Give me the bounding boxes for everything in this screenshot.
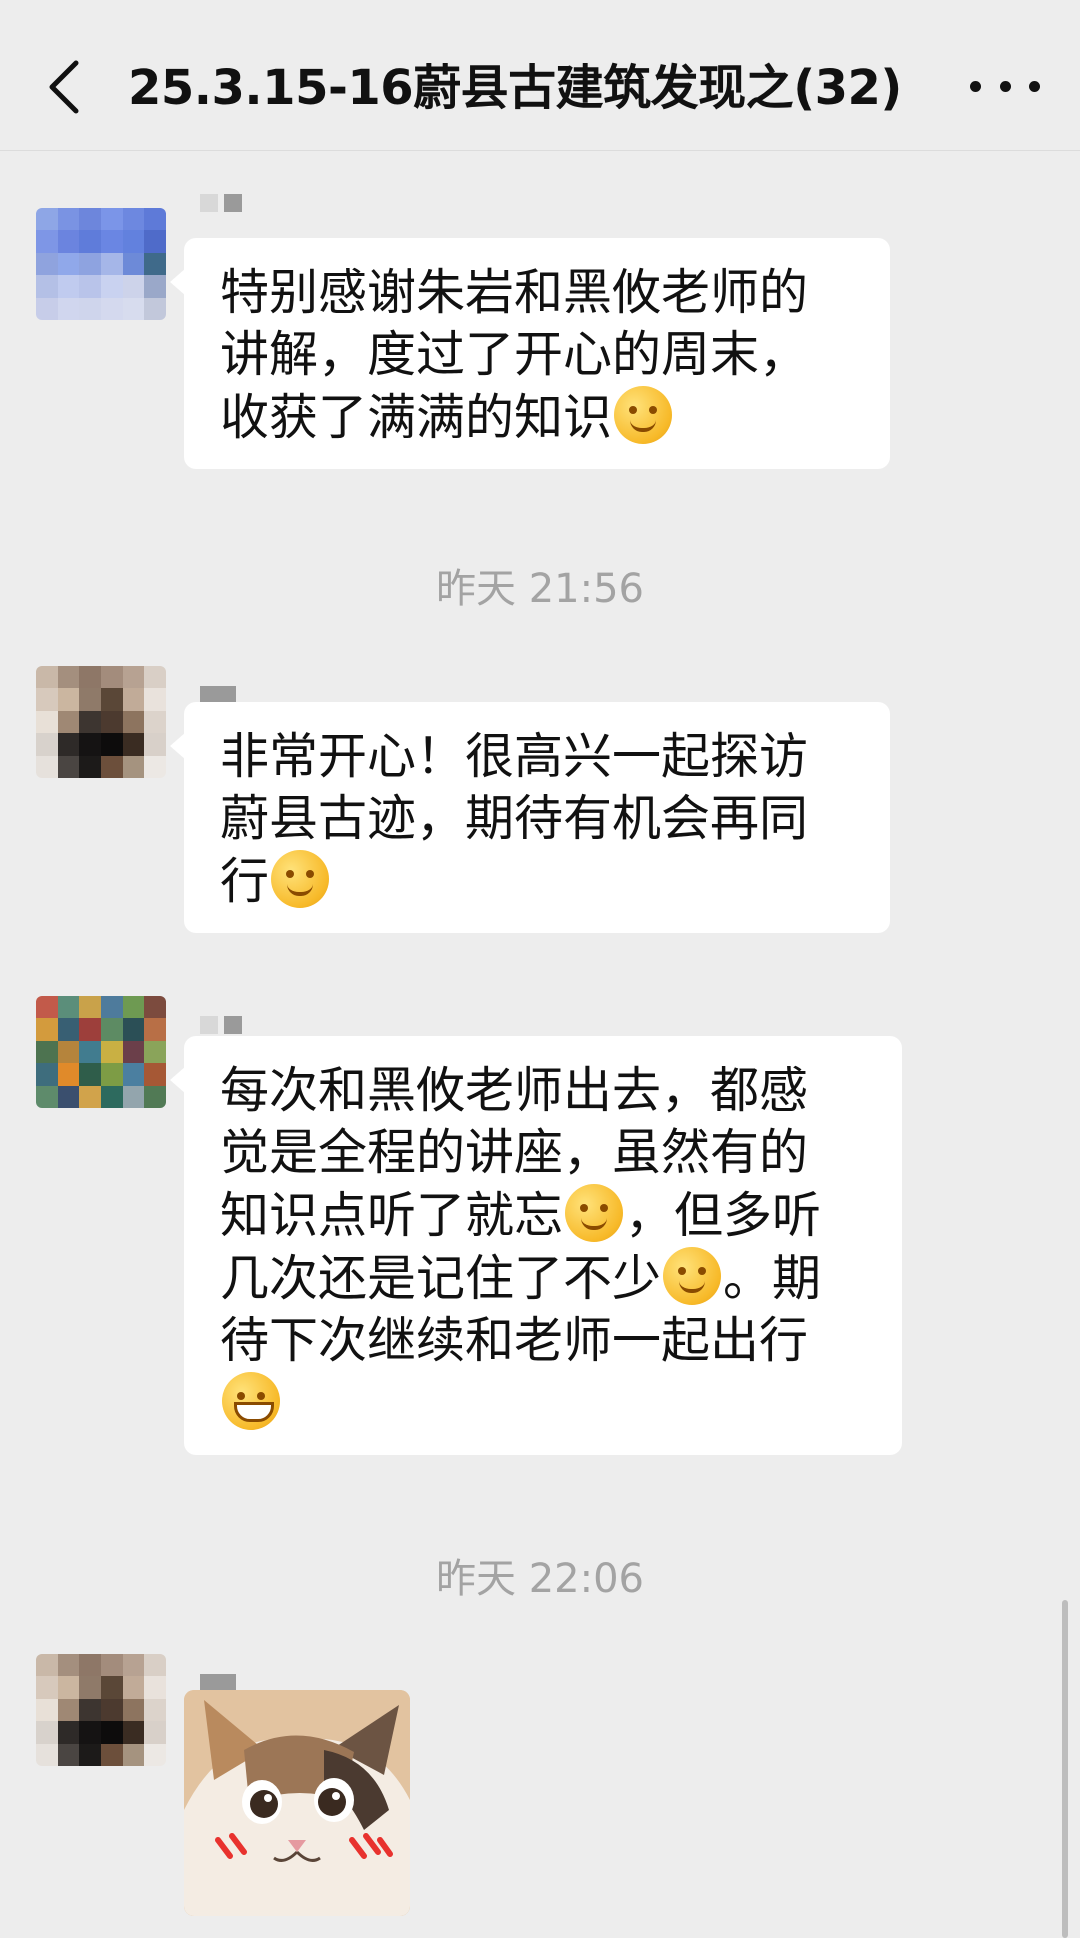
message-line bbox=[220, 1372, 866, 1435]
message-line: 特别感谢朱岩和黑攸老师的 bbox=[220, 264, 809, 321]
message-line: 待下次继续和老师一起出行 bbox=[220, 1312, 809, 1369]
message-bubble[interactable]: 非常开心！很高兴一起探访 蔚县古迹，期待有机会再同 行 bbox=[170, 702, 890, 933]
more-options-icon[interactable] bbox=[970, 66, 1040, 106]
back-icon[interactable] bbox=[38, 52, 88, 122]
group-name: 25.3.15-16蔚县古建筑发现之 bbox=[128, 60, 794, 116]
smile-emoji-icon bbox=[271, 850, 330, 908]
message-line: 几次还是记住了不少 。期 bbox=[220, 1247, 866, 1310]
message-bubble[interactable]: 每次和黑攸老师出去，都感 觉是全程的讲座，虽然有的 知识点听了就忘 ，但多听 几次… bbox=[170, 1036, 902, 1455]
sender-name bbox=[200, 186, 242, 220]
avatar[interactable] bbox=[36, 208, 166, 320]
scrollbar[interactable] bbox=[1062, 1600, 1068, 1938]
member-count: (32) bbox=[793, 60, 902, 116]
avatar[interactable] bbox=[36, 666, 166, 778]
grin-emoji-icon bbox=[222, 1372, 280, 1430]
thinking-emoji-icon bbox=[663, 1247, 722, 1305]
timestamp: 昨天 21:56 bbox=[436, 566, 644, 612]
message-line: 收获了满满的知识 bbox=[220, 386, 854, 449]
message-line: 讲解，度过了开心的周末， bbox=[220, 326, 809, 383]
chat-title: 25.3.15-16蔚县古建筑发现之(32) bbox=[128, 58, 928, 118]
message-line: 蔚县古迹，期待有机会再同 bbox=[220, 790, 809, 847]
message-line: 非常开心！很高兴一起探访 bbox=[220, 728, 809, 785]
message-line: 每次和黑攸老师出去，都感 bbox=[220, 1062, 809, 1119]
thinking-emoji-icon bbox=[565, 1184, 624, 1242]
message-line: 知识点听了就忘 ，但多听 bbox=[220, 1184, 866, 1247]
avatar[interactable] bbox=[36, 1654, 166, 1766]
chat-header: 25.3.15-16蔚县古建筑发现之(32) bbox=[0, 0, 1080, 151]
shy-emoji-icon bbox=[614, 386, 673, 444]
cat-sticker-image[interactable] bbox=[184, 1690, 410, 1916]
message-line: 行 bbox=[220, 850, 854, 913]
message-bubble[interactable]: 特别感谢朱岩和黑攸老师的 讲解，度过了开心的周末， 收获了满满的知识 bbox=[170, 238, 890, 469]
timestamp: 昨天 22:06 bbox=[436, 1556, 644, 1602]
avatar[interactable] bbox=[36, 996, 166, 1108]
message-line: 觉是全程的讲座，虽然有的 bbox=[220, 1124, 809, 1181]
